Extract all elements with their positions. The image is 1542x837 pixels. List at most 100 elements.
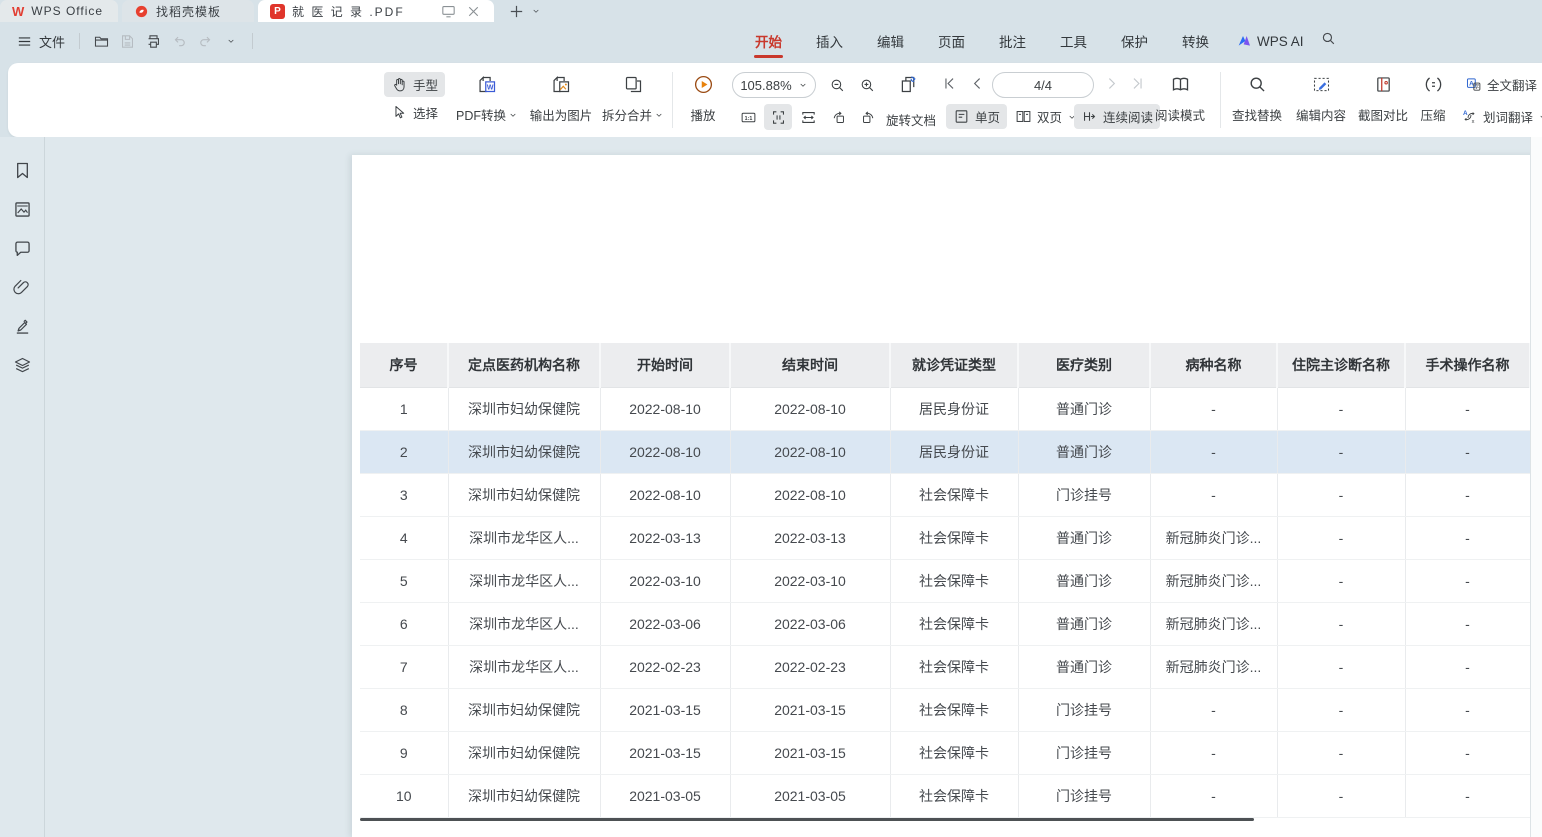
monitor-icon[interactable] (440, 3, 457, 20)
last-page-button[interactable] (1126, 75, 1148, 95)
open-file-button[interactable] (88, 29, 114, 53)
rotate-right-button[interactable] (854, 104, 882, 130)
ribbon-tab-insert[interactable]: 插入 (799, 22, 860, 60)
ribbon-tab-tools[interactable]: 工具 (1043, 22, 1104, 60)
close-tab-icon[interactable] (465, 3, 482, 20)
split-merge-button[interactable]: 拆分合并 (598, 71, 668, 129)
table-cell: 社会保障卡 (890, 516, 1018, 559)
ribbon-tab-page[interactable]: 页面 (921, 22, 982, 60)
tab-list-chevron-icon[interactable] (531, 6, 541, 16)
table-cell: - (1405, 688, 1530, 731)
word-translate-button[interactable]: 划词翻译 (1454, 104, 1542, 129)
single-page-button[interactable]: 单页 (946, 104, 1007, 129)
play-button[interactable]: 播放 (680, 71, 726, 129)
save-button[interactable] (114, 29, 140, 53)
zoom-out-button[interactable] (823, 72, 851, 98)
table-cell: 深圳市龙华区人... (448, 602, 600, 645)
chevron-down-icon (226, 36, 236, 46)
compress-button[interactable]: 压缩 (1412, 71, 1454, 129)
fit-width-button[interactable] (794, 104, 822, 130)
wps-logo-icon: W (12, 4, 24, 19)
window-tab-bar: W WPS Office 找稻壳模板 P 就 医 记 录 .PDF (0, 0, 1542, 22)
single-page-label: 单页 (975, 107, 1000, 126)
edit-content-button[interactable]: 编辑内容 (1290, 71, 1352, 129)
screenshot-compare-label: 截图对比 (1358, 105, 1408, 124)
table-cell: 普通门诊 (1018, 602, 1150, 645)
undo-icon (171, 33, 188, 50)
table-cell: 普通门诊 (1018, 559, 1150, 602)
document-title: 就 医 记 录 .PDF (292, 3, 433, 20)
pdf-convert-button[interactable]: PDF转换 (450, 71, 524, 129)
tab-docer-templates[interactable]: 找稻壳模板 (122, 0, 254, 22)
column-header: 结束时间 (730, 343, 890, 387)
hand-tool-button[interactable]: 手型 (384, 72, 445, 97)
ribbon-tab-edit[interactable]: 编辑 (860, 22, 921, 60)
screenshot-compare-button[interactable]: 截图对比 (1352, 71, 1414, 129)
single-page-icon (953, 108, 970, 125)
read-mode-icon (1170, 74, 1191, 95)
document-viewer[interactable]: 序号定点医药机构名称开始时间结束时间就诊凭证类型医疗类别病种名称住院主诊断名称手… (45, 137, 1542, 837)
table-cell: - (1277, 731, 1405, 774)
zoom-in-button[interactable] (853, 72, 881, 98)
select-tool-button[interactable]: 选择 (384, 100, 445, 125)
search-icon (1320, 30, 1337, 47)
actual-size-button[interactable] (734, 104, 762, 130)
ribbon-tab-comment[interactable]: 批注 (982, 22, 1043, 60)
wps-ai-button[interactable]: WPS AI (1226, 33, 1314, 49)
ribbon-tab-convert[interactable]: 转换 (1165, 22, 1226, 60)
zoom-out-icon (829, 77, 846, 94)
undo-button[interactable] (166, 29, 192, 53)
double-page-label: 双页 (1037, 107, 1062, 126)
table-cell: 2022-03-13 (600, 516, 730, 559)
table-cell: 2021-03-05 (600, 774, 730, 817)
export-image-button[interactable]: 输出为图片 (526, 71, 596, 129)
rotate-document-label[interactable]: 旋转文档 (886, 110, 936, 129)
rotate-left-button[interactable] (824, 104, 852, 130)
double-page-button[interactable]: 双页 (1008, 104, 1084, 129)
full-text-translate-button[interactable]: 全文翻译 (1458, 72, 1542, 97)
annotate-panel-icon[interactable] (11, 315, 33, 337)
new-tab-icon[interactable] (508, 3, 525, 20)
table-row: 2深圳市妇幼保健院2022-08-102022-08-10居民身份证普通门诊--… (360, 430, 1530, 473)
replace-pages-button[interactable] (894, 71, 922, 97)
comments-panel-icon[interactable] (11, 237, 33, 259)
previous-page-button[interactable] (966, 75, 988, 95)
table-row: 7深圳市龙华区人...2022-02-232022-02-23社会保障卡普通门诊… (360, 645, 1530, 688)
zoom-level-dropdown[interactable]: 105.88% (732, 72, 816, 98)
file-menu-button[interactable]: 文件 (10, 28, 71, 55)
tab-document-pdf[interactable]: P 就 医 记 录 .PDF (258, 0, 494, 22)
ribbon-tab-home[interactable]: 开始 (738, 22, 799, 60)
ribbon-search-button[interactable] (1320, 30, 1337, 52)
redo-button[interactable] (192, 29, 218, 53)
first-page-button[interactable] (938, 75, 960, 95)
read-mode-button[interactable]: 阅读模式 (1151, 71, 1209, 129)
attachments-panel-icon[interactable] (11, 276, 33, 298)
full-text-translate-label: 全文翻译 (1487, 75, 1537, 94)
table-header-row: 序号定点医药机构名称开始时间结束时间就诊凭证类型医疗类别病种名称住院主诊断名称手… (360, 343, 1530, 387)
ribbon-tab-protect[interactable]: 保护 (1104, 22, 1165, 60)
table-cell: 社会保障卡 (890, 774, 1018, 817)
print-button[interactable] (140, 29, 166, 53)
rotate-left-icon (830, 109, 847, 126)
find-replace-button[interactable]: 查找替换 (1226, 71, 1288, 129)
table-cell: 2022-08-10 (730, 473, 890, 516)
continuous-reading-icon (1081, 108, 1098, 125)
continuous-reading-button[interactable]: 连续阅读 (1074, 104, 1160, 129)
table-cell: 2022-02-23 (730, 645, 890, 688)
quick-access-dropdown[interactable] (218, 29, 244, 53)
tab-wps-office[interactable]: W WPS Office (0, 0, 118, 22)
horizontal-scrollbar-thumb[interactable] (360, 818, 1254, 821)
table-cell: 2022-03-06 (600, 602, 730, 645)
table-cell: 2022-08-10 (730, 387, 890, 430)
page-number-input[interactable]: 4/4 (992, 72, 1094, 98)
pdf-convert-label: PDF转换 (456, 105, 506, 124)
pdf-convert-icon (477, 74, 498, 95)
bookmarks-panel-icon[interactable] (11, 159, 33, 181)
layers-panel-icon[interactable] (11, 354, 33, 376)
hamburger-icon (16, 33, 33, 50)
next-page-button[interactable] (1100, 75, 1122, 95)
thumbnails-panel-icon[interactable] (11, 198, 33, 220)
table-cell: 2022-03-06 (730, 602, 890, 645)
fit-page-button[interactable] (764, 104, 792, 130)
vertical-scrollbar[interactable] (1530, 137, 1542, 837)
